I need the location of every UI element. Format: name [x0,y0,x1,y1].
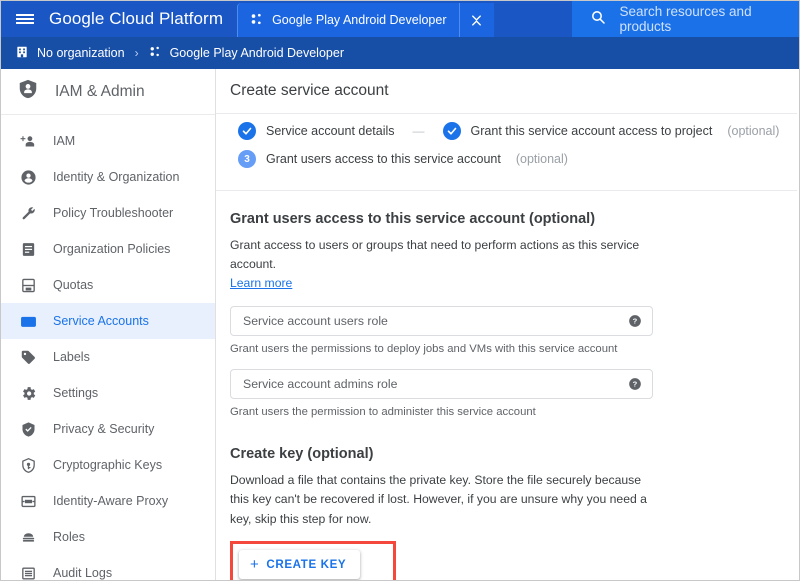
project-icon [149,45,162,61]
breadcrumb-item-organization[interactable]: No organization [37,46,125,60]
search-bar[interactable]: Search resources and products [572,1,800,37]
document-icon [19,240,37,258]
svg-text:?: ? [633,316,638,325]
shield-icon [19,420,37,438]
collapse-icon[interactable] [460,3,494,37]
shield-person-icon [17,78,39,105]
browser-window: Google Cloud Platform Google Play Androi… [0,0,800,581]
sidebar-item-label: Identity-Aware Proxy [53,494,168,508]
sidebar-item-identity-organization[interactable]: Identity & Organization [1,159,215,195]
create-key-section: Create key (optional) Download a file th… [230,446,799,581]
main-body: Grant users access to this service accou… [216,191,799,581]
sidebar-item-label: Privacy & Security [53,422,154,436]
annotation-highlight-box: + CREATE KEY [230,541,396,581]
step-2-label[interactable]: Grant this service account access to pro… [471,124,713,138]
breadcrumb-separator: › [135,46,139,60]
project-selector-icon [250,12,264,29]
sidebar-item-label: Labels [53,350,90,364]
sidebar-item-cryptographic-keys[interactable]: Cryptographic Keys [1,447,215,483]
help-icon[interactable]: ? [628,377,642,391]
sidebar-item-service-accounts[interactable]: Service Accounts [1,303,215,339]
brand-title[interactable]: Google Cloud Platform [49,1,237,37]
service-account-admins-role-field[interactable]: Service account admins role ? [230,369,653,399]
organization-building-icon [15,45,29,62]
sidebar-item-organization-policies[interactable]: Organization Policies [1,231,215,267]
create-key-button-label: CREATE KEY [266,558,346,571]
service-account-users-role-field[interactable]: Service account users role ? [230,306,653,336]
create-key-button[interactable]: + CREATE KEY [239,550,360,579]
stepper: Service account details — Grant this ser… [216,114,799,190]
breadcrumb: No organization › Google Play Android De… [1,37,800,69]
breadcrumb-item-project[interactable]: Google Play Android Developer [170,46,344,60]
roles-icon [19,528,37,546]
stepper-row-bottom: 3 Grant users access to this service acc… [238,150,799,168]
label-tag-icon [19,348,37,366]
iap-icon [19,492,37,510]
stepper-row-top: Service account details — Grant this ser… [238,122,799,140]
service-account-admins-role-input[interactable]: Service account admins role [243,377,397,391]
sidebar-item-labels[interactable]: Labels [1,339,215,375]
sidebar-item-roles[interactable]: Roles [1,519,215,555]
sidebar-title: IAM & Admin [55,83,145,101]
create-key-section-description: Download a file that contains the privat… [230,471,648,530]
project-selector[interactable]: Google Play Android Developer [237,3,458,37]
learn-more-link[interactable]: Learn more [230,276,292,290]
sidebar-item-label: Quotas [53,278,93,292]
top-header-bar: Google Cloud Platform Google Play Androi… [1,1,800,37]
hamburger-menu-icon[interactable] [1,1,49,37]
sidebar-item-label: Settings [53,386,98,400]
person-add-icon [19,132,37,150]
key-card-icon [19,312,37,330]
step-3-optional: (optional) [516,152,568,166]
sidebar-item-policy-troubleshooter[interactable]: Policy Troubleshooter [1,195,215,231]
sidebar-item-label: Policy Troubleshooter [53,206,173,220]
crypto-key-icon [19,456,37,474]
sidebar-item-settings[interactable]: Settings [1,375,215,411]
sidebar-item-label: Identity & Organization [53,170,179,184]
sidebar-item-privacy-security[interactable]: Privacy & Security [1,411,215,447]
step-dash-1: — [413,124,425,138]
project-selector-label: Google Play Android Developer [272,13,446,27]
quota-icon [19,276,37,294]
audit-logs-icon [19,564,37,581]
sidebar-nav: IAM Identity & Organization [1,115,215,581]
service-account-users-role-input[interactable]: Service account users role [243,314,388,328]
sidebar-item-label: IAM [53,134,75,148]
sidebar-item-label: Audit Logs [53,566,112,580]
step-1-badge [238,122,256,140]
sidebar-item-label: Organization Policies [53,242,170,256]
sidebar-item-iam[interactable]: IAM [1,123,215,159]
content-right-edge [797,69,799,581]
sidebar-header: IAM & Admin [1,69,215,115]
sidebar: IAM & Admin IAM [1,69,216,581]
search-icon [590,9,606,30]
sidebar-item-label: Cryptographic Keys [53,458,162,472]
service-account-admins-role-hint: Grant users the permission to administer… [230,406,799,418]
step-3-label[interactable]: Grant users access to this service accou… [266,152,501,166]
help-icon[interactable]: ? [628,314,642,328]
wrench-icon [19,204,37,222]
sidebar-item-quotas[interactable]: Quotas [1,267,215,303]
sidebar-item-identity-aware-proxy[interactable]: Identity-Aware Proxy [1,483,215,519]
sidebar-item-label: Roles [53,530,85,544]
grant-users-section-title: Grant users access to this service accou… [230,211,799,227]
search-input[interactable]: Search resources and products [620,4,800,34]
sidebar-item-label: Service Accounts [53,314,149,328]
header-spacer [494,1,572,37]
main-content: Create service account Service account d… [216,69,799,581]
page-title: Create service account [216,69,799,113]
grant-users-section-description: Grant access to users or groups that nee… [230,236,650,274]
svg-text:?: ? [633,379,638,388]
step-3-badge: 3 [238,150,256,168]
service-account-users-role-hint: Grant users the permissions to deploy jo… [230,343,799,355]
gear-icon [19,384,37,402]
sidebar-item-audit-logs[interactable]: Audit Logs [1,555,215,581]
plus-icon: + [250,557,259,572]
step-2-optional: (optional) [727,124,779,138]
account-circle-icon [19,168,37,186]
step-1-label[interactable]: Service account details [266,124,395,138]
step-2-badge [443,122,461,140]
create-key-section-title: Create key (optional) [230,446,799,462]
